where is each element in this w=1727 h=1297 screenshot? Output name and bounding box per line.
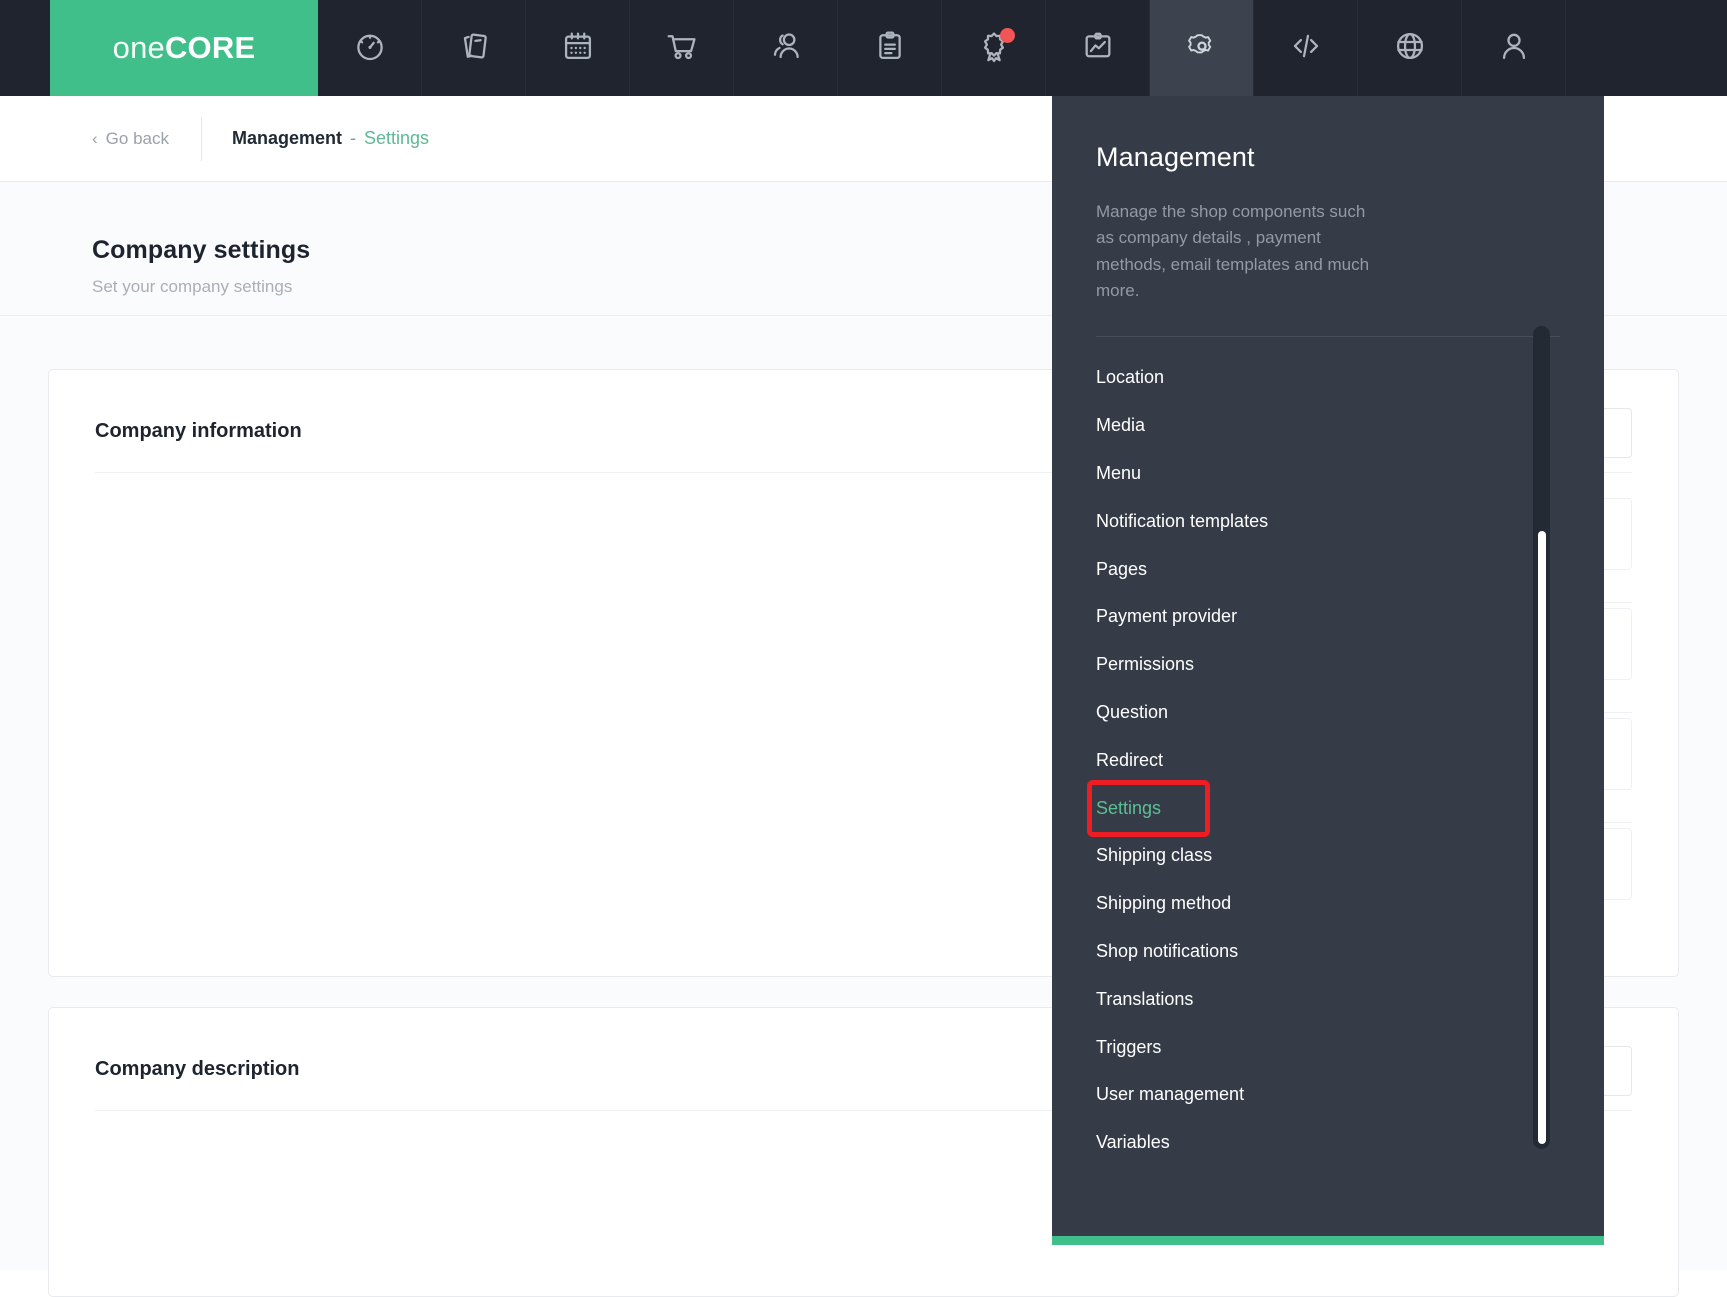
nav-item-dashboard[interactable] — [318, 0, 422, 96]
panel-menu-item-redirect[interactable]: Redirect — [1052, 737, 1604, 785]
top-navigation-bar: oneCORE — [0, 0, 1727, 96]
breadcrumb-divider — [201, 117, 202, 161]
panel-menu-item-payment-provider[interactable]: Payment provider — [1052, 593, 1604, 641]
panel-menu-item-notification-templates[interactable]: Notification templates — [1052, 498, 1604, 546]
nav-item-customers[interactable] — [734, 0, 838, 96]
gear-icon — [1185, 29, 1219, 68]
panel-menu-item-user-management[interactable]: User management — [1052, 1071, 1604, 1119]
panel-menu-item-variables[interactable]: Variables — [1052, 1119, 1604, 1167]
users-icon — [769, 29, 803, 68]
panel-menu-item-translations[interactable]: Translations — [1052, 976, 1604, 1024]
cards-icon — [457, 29, 491, 68]
nav-item-website[interactable] — [1358, 0, 1462, 96]
panel-menu-item-question[interactable]: Question — [1052, 689, 1604, 737]
nav-item-promotions[interactable] — [942, 0, 1046, 96]
code-icon — [1289, 29, 1323, 68]
clipboard-icon — [873, 29, 907, 68]
panel-menu-item-shipping-method[interactable]: Shipping method — [1052, 880, 1604, 928]
panel-menu-item-triggers[interactable]: Triggers — [1052, 1024, 1604, 1072]
shopping-cart-icon — [665, 29, 699, 68]
nav-item-management[interactable] — [1150, 0, 1254, 96]
panel-menu-item-location[interactable]: Location — [1052, 354, 1604, 402]
notification-badge — [1000, 28, 1015, 43]
nav-item-orders[interactable] — [630, 0, 734, 96]
management-dropdown-panel: Management Manage the shop components su… — [1052, 96, 1604, 1245]
panel-menu-item-shop-notifications[interactable]: Shop notifications — [1052, 928, 1604, 976]
breadcrumb-separator: - — [350, 128, 356, 149]
brand-logo-bold: CORE — [165, 30, 255, 66]
panel-menu-item-shipping-class[interactable]: Shipping class — [1052, 832, 1604, 880]
speedometer-icon — [353, 29, 387, 68]
calendar-icon — [561, 29, 595, 68]
brand-logo-thin: one — [113, 30, 165, 66]
panel-bottom-accent-bar — [1052, 1236, 1604, 1245]
panel-scrollbar-thumb[interactable] — [1538, 531, 1546, 1144]
chart-report-icon — [1081, 29, 1115, 68]
panel-menu-item-menu[interactable]: Menu — [1052, 450, 1604, 498]
nav-item-reports[interactable] — [1046, 0, 1150, 96]
panel-menu-list: Location Media Menu Notification templat… — [1052, 337, 1604, 1167]
nav-item-tasks[interactable] — [838, 0, 942, 96]
go-back-button[interactable]: ‹ Go back — [92, 129, 169, 149]
user-icon — [1497, 29, 1531, 68]
go-back-label: Go back — [106, 129, 169, 149]
panel-menu-item-pages[interactable]: Pages — [1052, 546, 1604, 594]
breadcrumb-current[interactable]: Settings — [364, 128, 429, 149]
globe-icon — [1393, 29, 1427, 68]
breadcrumb-root[interactable]: Management — [232, 128, 342, 149]
panel-menu-item-permissions[interactable]: Permissions — [1052, 641, 1604, 689]
nav-item-account[interactable] — [1462, 0, 1566, 96]
brand-logo[interactable]: oneCORE — [50, 0, 318, 96]
panel-menu-item-settings[interactable]: Settings — [1092, 785, 1205, 833]
panel-menu-item-media[interactable]: Media — [1052, 402, 1604, 450]
nav-item-calendar[interactable] — [526, 0, 630, 96]
panel-title: Management — [1052, 96, 1604, 173]
nav-left-spacer — [0, 0, 50, 96]
nav-item-catalog[interactable] — [422, 0, 526, 96]
nav-item-developer[interactable] — [1254, 0, 1358, 96]
chevron-left-icon: ‹ — [92, 130, 98, 147]
panel-description: Manage the shop components such as compa… — [1052, 173, 1432, 304]
